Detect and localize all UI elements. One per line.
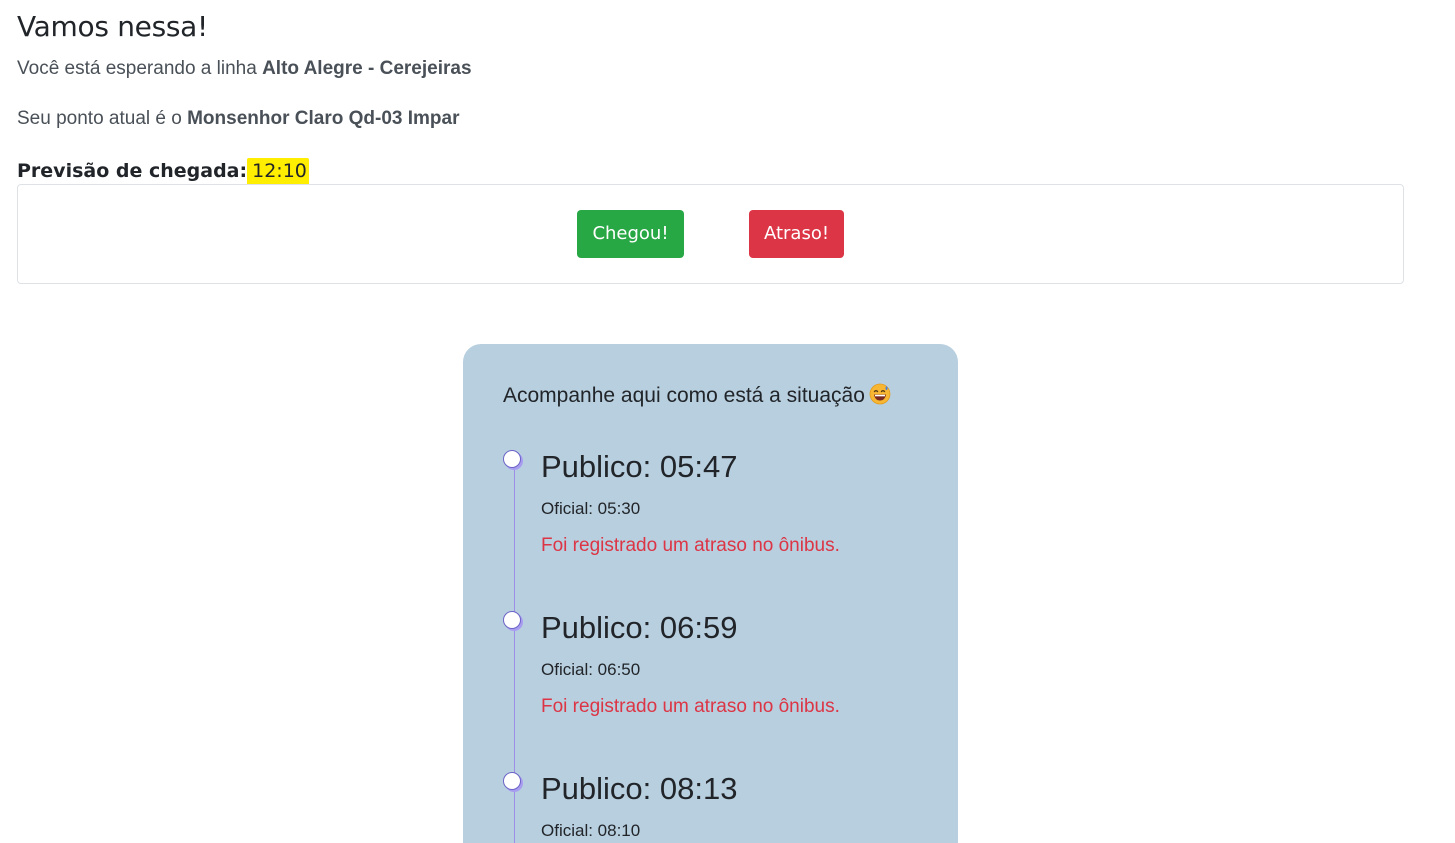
timeline-item-public-time: Publico: 05:47 [541, 449, 738, 484]
timeline-dot [503, 772, 521, 790]
waiting-line-text: Você está esperando a linha Alto Alegre … [17, 57, 472, 81]
smiling-face-with-sweat-icon [869, 383, 891, 405]
timeline-item-official-time: Oficial: 05:30 [541, 499, 641, 518]
timeline-item-official-time: Oficial: 06:50 [541, 660, 641, 679]
arrived-button[interactable]: Chegou! [577, 210, 684, 258]
timeline-card: Acompanhe aqui como está a situação Publ… [463, 344, 958, 843]
action-panel: Chegou! Atraso! [17, 184, 1404, 284]
arrival-forecast-label: Previsão de chegada: [17, 160, 248, 182]
arrival-forecast: Previsão de chegada: 12:10 [17, 158, 309, 186]
delay-button[interactable]: Atraso! [749, 210, 844, 258]
page: Vamos nessa! Você está esperando a linha… [0, 0, 1455, 843]
timeline-item-public-time: Publico: 08:13 [541, 771, 738, 806]
timeline-item-public-time: Publico: 06:59 [541, 610, 738, 645]
timeline-dot [503, 611, 521, 629]
timeline-dot [503, 450, 521, 468]
timeline-item-official-time: Oficial: 08:10 [541, 821, 641, 840]
timeline-item-delay-alert: Foi registrado um atraso no ônibus. [541, 696, 840, 717]
current-stop-text: Seu ponto atual é o Monsenhor Claro Qd-0… [17, 107, 459, 131]
page-title: Vamos nessa! [17, 10, 208, 43]
timeline-header-text: Acompanhe aqui como está a situação [503, 384, 865, 407]
arrival-forecast-time: 12:10 [247, 158, 309, 186]
bus-line-name: Alto Alegre - Cerejeiras [262, 58, 472, 79]
current-stop-prefix: Seu ponto atual é o [17, 108, 188, 129]
bus-stop-name: Monsenhor Claro Qd-03 Impar [187, 108, 460, 129]
timeline-item-delay-alert: Foi registrado um atraso no ônibus. [541, 535, 840, 556]
waiting-line-prefix: Você está esperando a linha [17, 58, 263, 79]
timeline-header: Acompanhe aqui como está a situação [503, 382, 891, 410]
